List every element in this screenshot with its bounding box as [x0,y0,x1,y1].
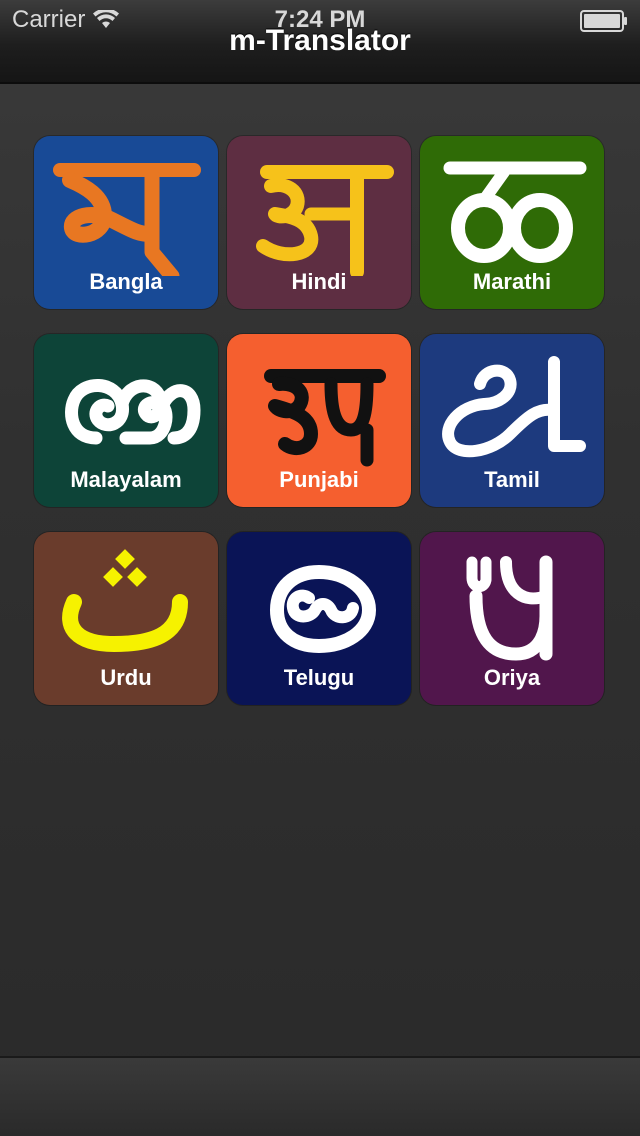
tile-tamil[interactable]: Tamil [420,334,604,507]
tile-label: Telugu [283,665,355,690]
bangla-glyph-icon [53,163,201,276]
tile-malayalam[interactable]: Malayalam [34,334,218,507]
urdu-glyph-icon [62,549,188,652]
tile-label: Oriya [483,665,541,690]
tile-telugu[interactable]: Telugu [227,532,411,705]
tile-label: Urdu [100,665,152,690]
tile-label: Punjabi [279,467,359,492]
navigation-bar: Carrier 7:24 PM m-Translator [0,0,640,84]
tile-punjabi[interactable]: Punjabi [227,334,411,507]
page-title: m-Translator [229,24,411,57]
tile-marathi[interactable]: Marathi [420,136,604,309]
hindi-glyph-icon [256,165,394,276]
malayalam-glyph-icon [65,379,201,445]
tile-label: Marathi [472,269,552,294]
tile-oriya[interactable]: Oriya [420,532,604,705]
tile-urdu[interactable]: Urdu [34,532,218,705]
bottom-toolbar [0,1056,640,1136]
tile-label: Bangla [89,269,163,294]
tile-bangla[interactable]: Bangla [34,136,218,309]
tile-label: Hindi [291,269,347,294]
tile-label: Tamil [484,467,540,492]
tamil-glyph-icon [442,356,586,458]
tile-hindi[interactable]: Hindi [227,136,411,309]
punjabi-glyph-icon [264,369,386,467]
tile-label: Malayalam [70,467,182,492]
oriya-glyph-icon [466,555,553,661]
telugu-glyph-icon [270,565,376,653]
marathi-glyph-icon [443,161,587,263]
